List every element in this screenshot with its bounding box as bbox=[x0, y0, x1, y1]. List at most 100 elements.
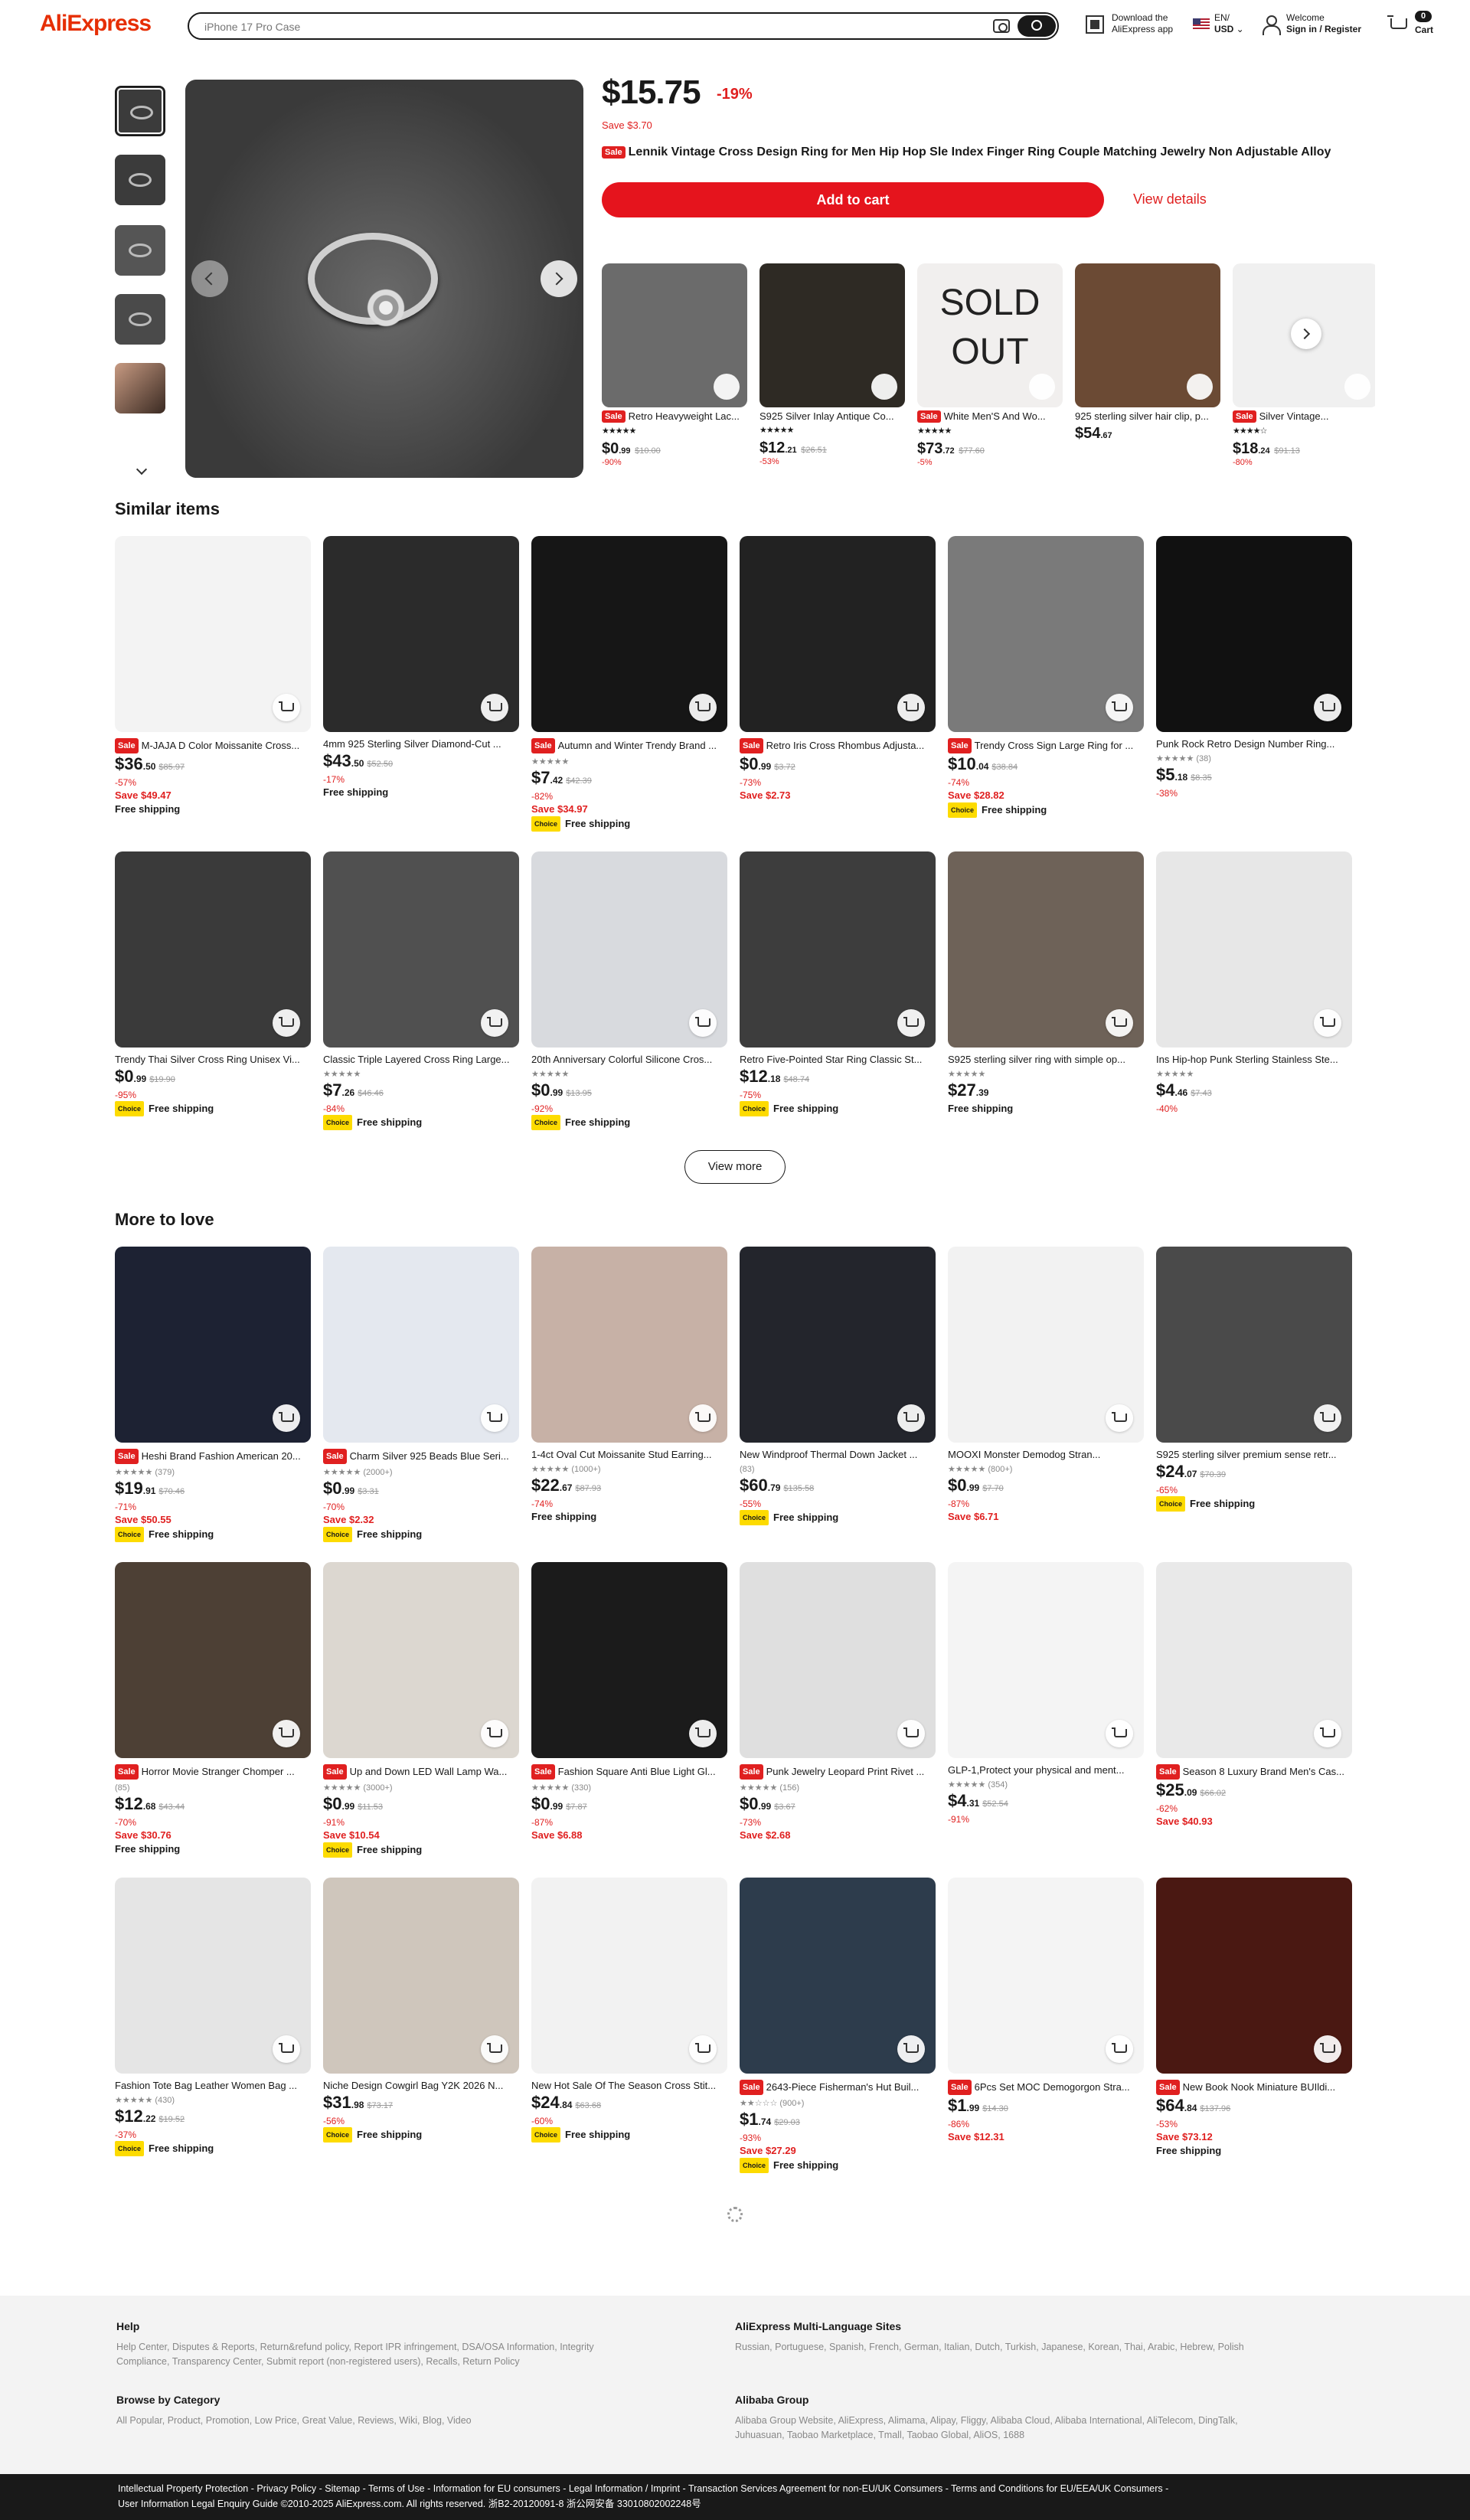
product-title[interactable]: Classic Triple Layered Cross Ring Large.… bbox=[323, 1054, 519, 1066]
view-details-link[interactable]: View details bbox=[1133, 191, 1207, 208]
product-card[interactable]: Classic Triple Layered Cross Ring Large.… bbox=[323, 851, 519, 1130]
product-image[interactable] bbox=[531, 1878, 727, 2074]
product-card[interactable]: Sale Retro Iris Cross Rhombus Adjusta... $… bbox=[740, 536, 936, 802]
product-title[interactable]: Ins Hip-hop Punk Sterling Stainless Ste.… bbox=[1156, 1054, 1352, 1066]
add-to-cart-icon[interactable] bbox=[897, 2035, 925, 2063]
product-card[interactable]: Sale New Book Nook Miniature BUIldi... $64… bbox=[1156, 1878, 1352, 2158]
add-to-cart-icon[interactable] bbox=[273, 2035, 300, 2063]
product-title[interactable]: MOOXI Monster Demodog Stran... bbox=[948, 1449, 1144, 1461]
qr-code-icon[interactable] bbox=[1086, 15, 1104, 34]
aliexpress-logo[interactable]: AliExpress bbox=[40, 11, 152, 37]
product-image[interactable] bbox=[740, 1247, 936, 1443]
add-to-cart-icon[interactable] bbox=[689, 694, 717, 721]
product-card[interactable]: Ins Hip-hop Punk Sterling Stainless Ste.… bbox=[1156, 851, 1352, 1115]
product-image[interactable] bbox=[115, 1562, 311, 1758]
product-image[interactable] bbox=[323, 1562, 519, 1758]
thumbnail-1[interactable] bbox=[115, 86, 165, 136]
add-to-cart-icon[interactable] bbox=[1314, 1009, 1341, 1037]
add-to-cart-icon[interactable] bbox=[897, 694, 925, 721]
recommended-product-title[interactable]: 925 sterling silver hair clip, p... bbox=[1075, 410, 1220, 422]
product-title[interactable]: Sale Heshi Brand Fashion American 20... bbox=[115, 1449, 311, 1464]
product-title[interactable]: 1-4ct Oval Cut Moissanite Stud Earring..… bbox=[531, 1449, 727, 1461]
main-product-image[interactable] bbox=[185, 80, 583, 478]
recommended-product-card[interactable]: Sale Silver Vintage... ★★★★☆ $18.24 $91.13-… bbox=[1233, 263, 1375, 467]
product-image[interactable] bbox=[323, 1878, 519, 2074]
product-card[interactable]: S925 sterling silver premium sense retr.… bbox=[1156, 1247, 1352, 1512]
add-to-cart-icon[interactable] bbox=[1314, 2035, 1341, 2063]
product-title[interactable]: Retro Five-Pointed Star Ring Classic St.… bbox=[740, 1054, 936, 1066]
product-title[interactable]: Sale Horror Movie Stranger Chomper ... bbox=[115, 1764, 311, 1780]
product-card[interactable]: S925 sterling silver ring with simple op… bbox=[948, 851, 1144, 1116]
product-card[interactable]: Sale Autumn and Winter Trendy Brand ... ★★… bbox=[531, 536, 727, 832]
add-to-cart-icon[interactable] bbox=[1106, 694, 1133, 721]
product-image[interactable] bbox=[323, 851, 519, 1048]
add-to-cart-icon[interactable] bbox=[481, 1404, 508, 1432]
chevron-down-icon[interactable] bbox=[136, 463, 148, 476]
footer-multilang-links[interactable]: Russian, Portuguese, Spanish, French, Ge… bbox=[735, 2340, 1244, 2355]
thumbnail-3[interactable] bbox=[115, 225, 165, 276]
add-to-cart-icon[interactable] bbox=[273, 1009, 300, 1037]
add-to-cart-icon[interactable] bbox=[897, 1404, 925, 1432]
product-image[interactable] bbox=[323, 1247, 519, 1443]
product-card[interactable]: Sale Season 8 Luxury Brand Men's Cas... $2… bbox=[1156, 1562, 1352, 1829]
add-to-cart-icon[interactable] bbox=[1106, 1404, 1133, 1432]
add-to-cart-icon[interactable] bbox=[1106, 2035, 1133, 2063]
product-image[interactable] bbox=[1156, 1247, 1352, 1443]
product-card[interactable]: Sale 6Pcs Set MOC Demogorgon Stra... $1.99… bbox=[948, 1878, 1144, 2144]
recommended-product-image[interactable] bbox=[1075, 263, 1220, 407]
product-card[interactable]: Sale Heshi Brand Fashion American 20... ★★… bbox=[115, 1247, 311, 1542]
user-icon[interactable] bbox=[1262, 15, 1281, 35]
product-card[interactable]: Punk Rock Retro Design Number Ring... ★★★… bbox=[1156, 536, 1352, 799]
add-to-cart-icon[interactable] bbox=[481, 694, 508, 721]
recommended-product-title[interactable]: Sale White Men'S And Wo... bbox=[917, 410, 1063, 423]
search-button[interactable] bbox=[1018, 15, 1056, 37]
product-title[interactable]: Fashion Tote Bag Leather Women Bag ... bbox=[115, 2080, 311, 2092]
product-title[interactable]: Punk Rock Retro Design Number Ring... bbox=[1156, 738, 1352, 750]
language-currency-selector[interactable]: EN/ USD ⌄ bbox=[1214, 12, 1244, 35]
product-card[interactable]: MOOXI Monster Demodog Stran... ★★★★★ (800… bbox=[948, 1247, 1144, 1524]
signin-link[interactable]: Sign in / Register bbox=[1286, 24, 1361, 34]
product-image[interactable] bbox=[531, 1247, 727, 1443]
product-image[interactable] bbox=[531, 1562, 727, 1758]
add-to-cart-icon[interactable] bbox=[689, 1009, 717, 1037]
product-title[interactable]: Sale Punk Jewelry Leopard Print Rivet ... bbox=[740, 1764, 936, 1780]
product-card[interactable]: GLP-1,Protect your physical and ment... ★… bbox=[948, 1562, 1144, 1825]
product-card[interactable]: Sale Up and Down LED Wall Lamp Wa... ★★★★★… bbox=[323, 1562, 519, 1858]
product-card[interactable]: Sale Punk Jewelry Leopard Print Rivet ...… bbox=[740, 1562, 936, 1842]
add-to-cart-icon[interactable] bbox=[714, 374, 740, 400]
product-image[interactable] bbox=[1156, 1878, 1352, 2074]
product-image[interactable] bbox=[115, 1878, 311, 2074]
add-to-cart-icon[interactable] bbox=[273, 694, 300, 721]
add-to-cart-icon[interactable] bbox=[273, 1404, 300, 1432]
product-card[interactable]: Sale M-JAJA D Color Moissanite Cross... $3… bbox=[115, 536, 311, 816]
product-image[interactable] bbox=[740, 1878, 936, 2074]
add-to-cart-icon[interactable] bbox=[1314, 694, 1341, 721]
product-image[interactable] bbox=[740, 851, 936, 1048]
product-card[interactable]: Sale Horror Movie Stranger Chomper ... (85… bbox=[115, 1562, 311, 1856]
product-title[interactable]: S925 sterling silver ring with simple op… bbox=[948, 1054, 1144, 1066]
product-card[interactable]: Retro Five-Pointed Star Ring Classic St.… bbox=[740, 851, 936, 1116]
product-title[interactable]: 20th Anniversary Colorful Silicone Cros.… bbox=[531, 1054, 727, 1066]
add-to-cart-icon[interactable] bbox=[1344, 374, 1370, 400]
product-title[interactable]: Sale 6Pcs Set MOC Demogorgon Stra... bbox=[948, 2080, 1144, 2095]
add-to-cart-icon[interactable] bbox=[1187, 374, 1213, 400]
product-title[interactable]: Trendy Thai Silver Cross Ring Unisex Vi.… bbox=[115, 1054, 311, 1066]
cart-icon[interactable] bbox=[1387, 15, 1407, 32]
product-card[interactable]: Trendy Thai Silver Cross Ring Unisex Vi.… bbox=[115, 851, 311, 1116]
add-to-cart-icon[interactable] bbox=[1314, 1720, 1341, 1747]
recommended-product-title[interactable]: Sale Retro Heavyweight Lac... bbox=[602, 410, 747, 423]
recommended-product-card[interactable]: 925 sterling silver hair clip, p... $54.6… bbox=[1075, 263, 1220, 443]
footer-browse-links[interactable]: All Popular, Product, Promotion, Low Pri… bbox=[116, 2414, 472, 2428]
add-to-cart-button[interactable]: Add to cart bbox=[602, 182, 1104, 217]
product-title[interactable]: New Hot Sale Of The Season Cross Stit... bbox=[531, 2080, 727, 2092]
recommended-product-title[interactable]: S925 Silver Inlay Antique Co... bbox=[760, 410, 905, 422]
carousel-next-arrow[interactable] bbox=[1291, 319, 1321, 349]
add-to-cart-icon[interactable] bbox=[689, 1720, 717, 1747]
product-image[interactable] bbox=[948, 536, 1144, 732]
product-title[interactable]: S925 sterling silver premium sense retr.… bbox=[1156, 1449, 1352, 1461]
product-title[interactable]: Sale 2643-Piece Fisherman's Hut Buil... bbox=[740, 2080, 936, 2095]
product-card[interactable]: Sale Charm Silver 925 Beads Blue Seri... ★… bbox=[323, 1247, 519, 1542]
add-to-cart-icon[interactable] bbox=[1106, 1720, 1133, 1747]
product-card[interactable]: New Hot Sale Of The Season Cross Stit...… bbox=[531, 1878, 727, 2142]
recommended-product-card[interactable]: Sale Retro Heavyweight Lac... ★★★★★ $0.99 $… bbox=[602, 263, 747, 467]
